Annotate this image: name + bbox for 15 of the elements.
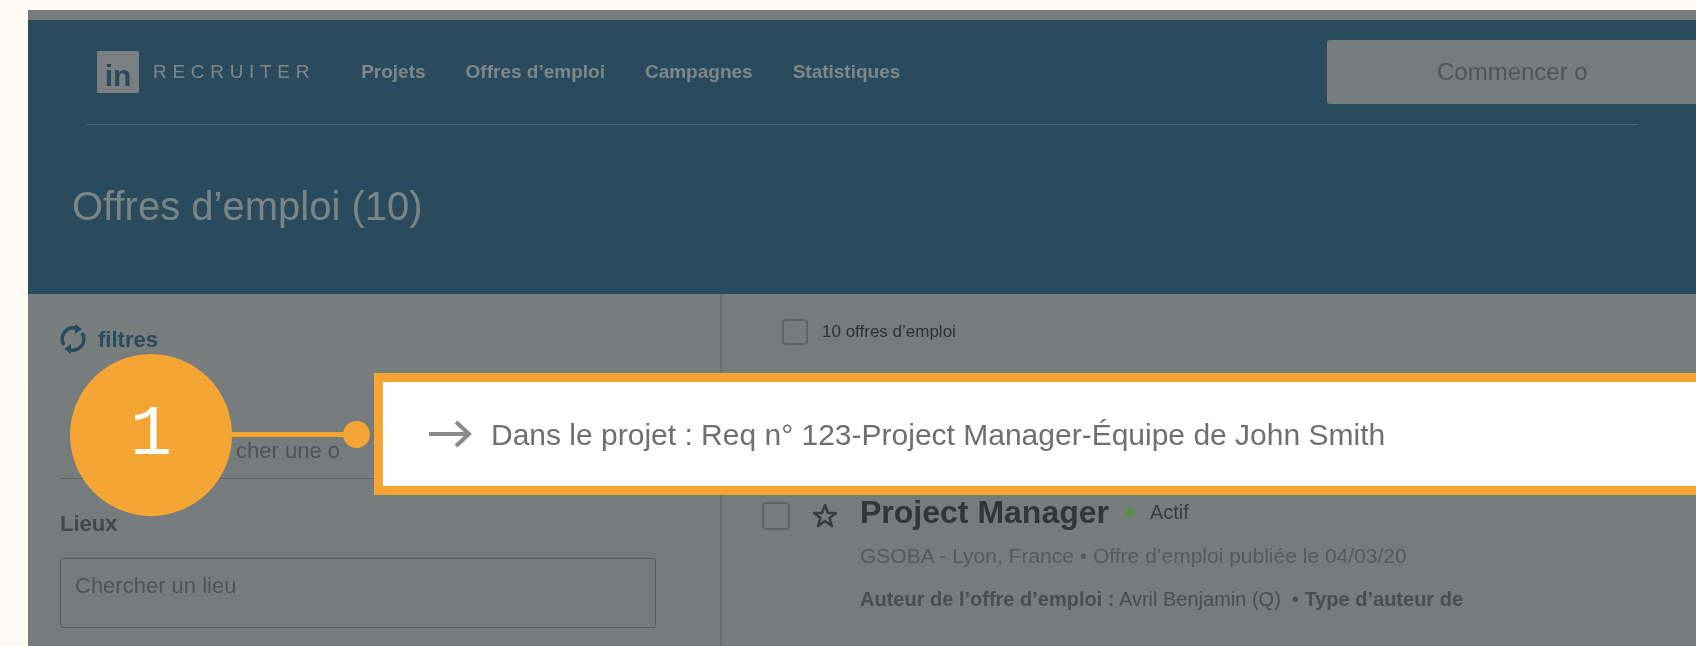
job-title[interactable]: Project Manager (860, 496, 1109, 528)
job-count-label: 10 offres d’emploi (822, 321, 956, 344)
arrow-icon (427, 419, 473, 449)
callout-text: Dans le projet : Req n° 123-Project Manager-Équipe de John Smith (491, 416, 1386, 453)
nav-link[interactable]: Campagnes (644, 57, 753, 87)
nav-link[interactable]: Statistiques (792, 57, 901, 87)
filters-link[interactable]: filtres (98, 322, 158, 356)
page-title: Offres d’emploi (10) (72, 182, 423, 230)
status-label: Actif (1149, 500, 1189, 525)
logo-text: RECRUITER (153, 59, 316, 84)
logo-badge: in (97, 51, 139, 93)
nav-link[interactable]: Offres d’emploi (465, 57, 605, 87)
star-icon[interactable] (812, 503, 838, 529)
refresh-icon (58, 323, 88, 355)
nav-link[interactable]: Projets (361, 57, 426, 87)
